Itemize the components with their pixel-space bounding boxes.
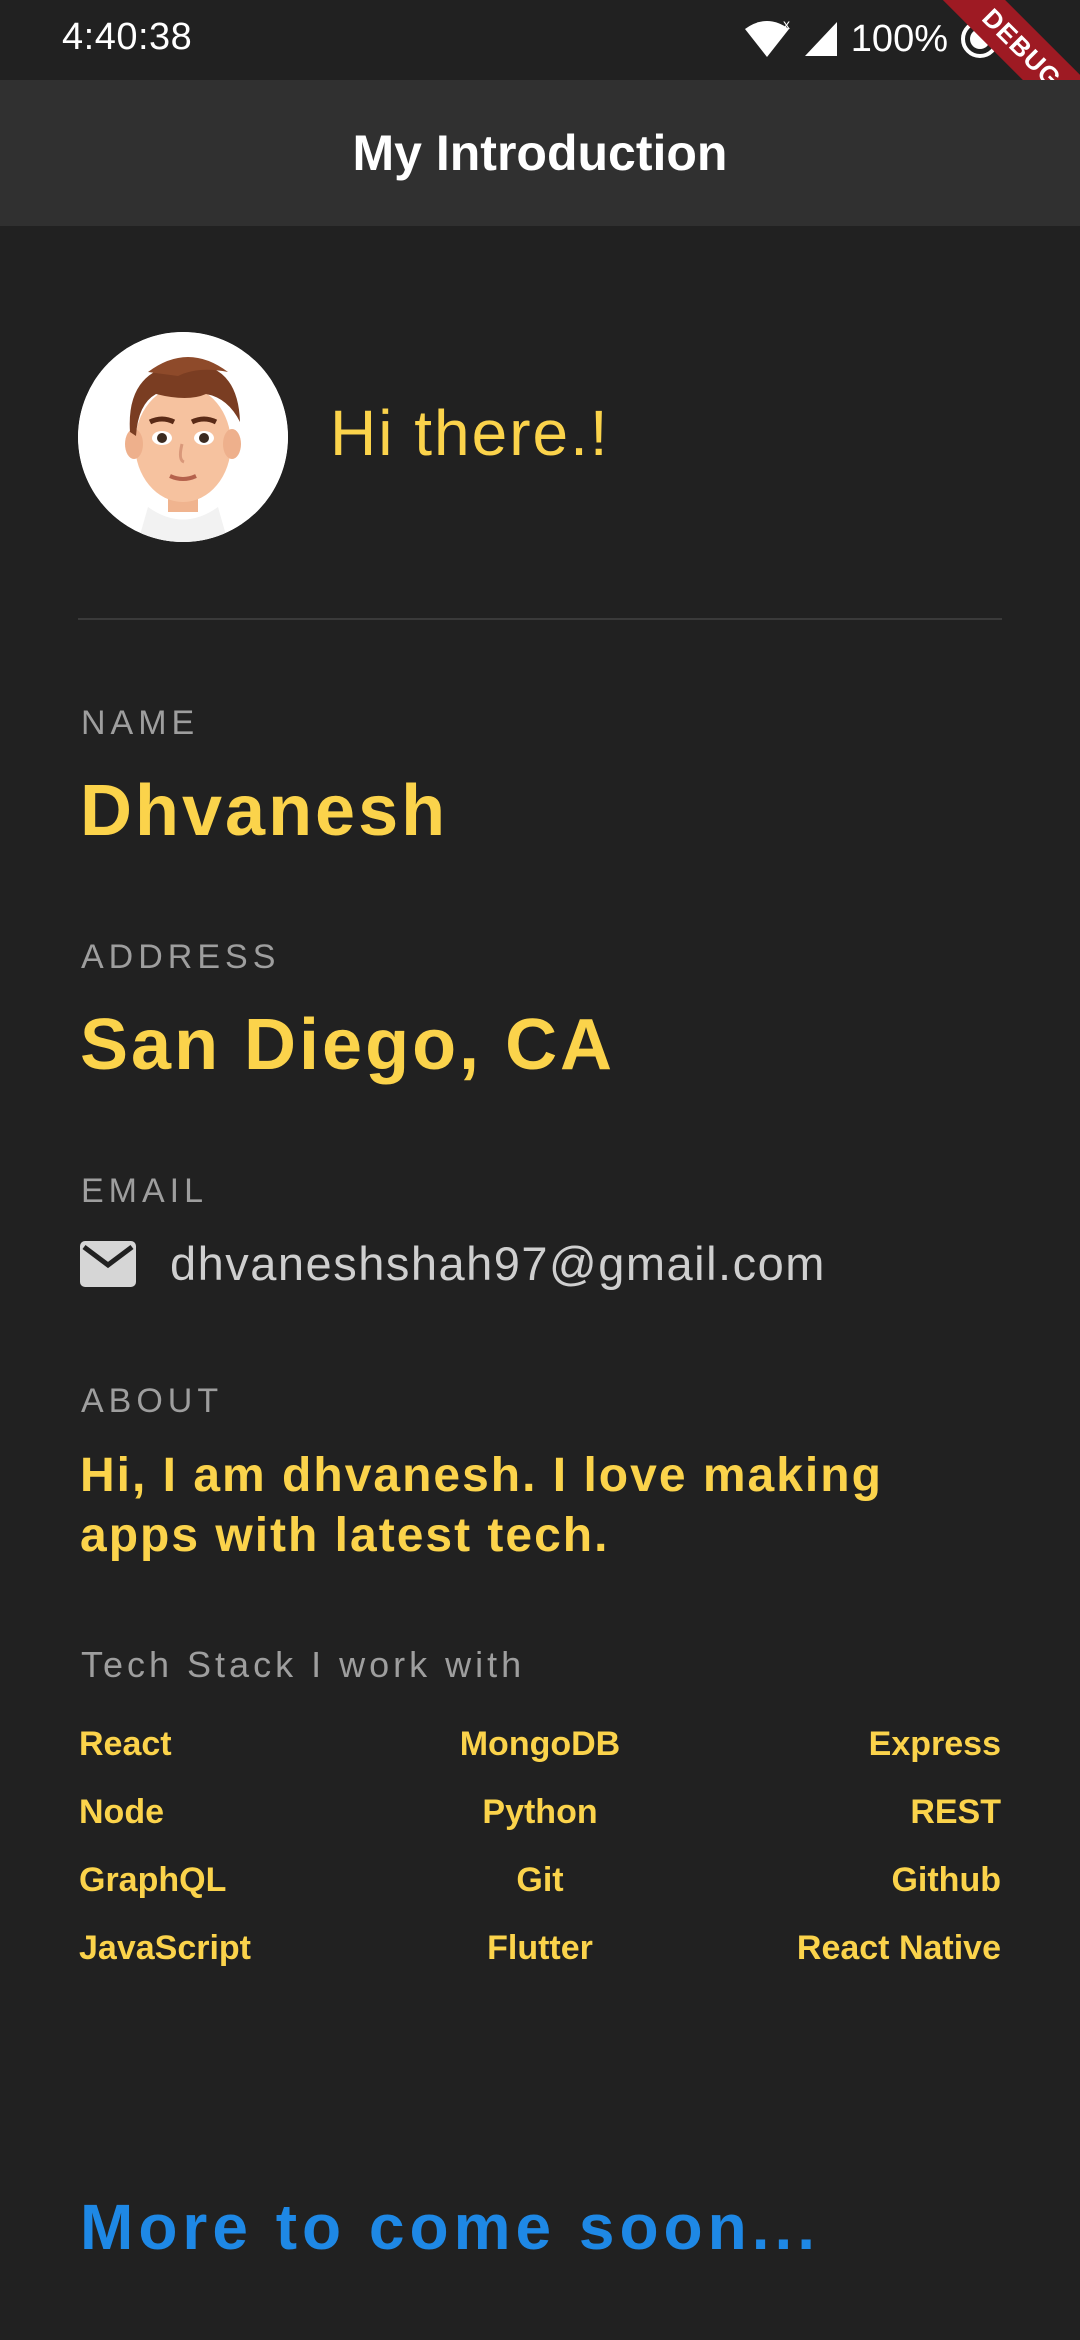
about-label: ABOUT [81, 1382, 224, 1420]
divider [78, 618, 1002, 620]
app-bar: My Introduction [0, 80, 1080, 226]
tech-row: GraphQL Git Github [79, 1846, 1001, 1914]
about-text: Hi, I am dhvanesh. I love making apps wi… [80, 1449, 883, 1562]
email-row[interactable]: dhvaneshshah97@gmail.com [80, 1236, 826, 1291]
tech-item: React [79, 1724, 172, 1763]
address-value: San Diego, CA [80, 1005, 616, 1085]
name-value: Dhvanesh [80, 771, 449, 851]
tech-item: REST [910, 1792, 1001, 1831]
address-label: ADDRESS [81, 938, 281, 976]
name-label: NAME [81, 704, 200, 742]
tech-item: Node [79, 1792, 164, 1831]
tech-item: Express [868, 1724, 1001, 1763]
cartoon-boy-avatar-icon [78, 332, 288, 542]
status-time: 4:40:38 [62, 16, 193, 58]
status-bar: 4:40:38 x 100% [0, 0, 1080, 80]
email-value[interactable]: dhvaneshshah97@gmail.com [170, 1236, 826, 1291]
tech-item: Python [482, 1792, 598, 1831]
email-label: EMAIL [81, 1172, 209, 1210]
signal-icon [804, 22, 837, 56]
avatar [78, 332, 288, 542]
tech-item: Git [516, 1860, 564, 1899]
tech-row: React MongoDB Express [79, 1710, 1001, 1778]
greeting-text: Hi there.! [330, 397, 610, 469]
footer-text: More to come soon... [80, 2191, 821, 2263]
tech-item: GraphQL [79, 1860, 227, 1899]
svg-text:x: x [783, 19, 790, 32]
tech-item: MongoDB [459, 1724, 621, 1763]
tech-item: Github [891, 1860, 1001, 1899]
tech-item: Flutter [487, 1928, 593, 1967]
mail-icon [80, 1240, 136, 1287]
tech-item: JavaScript [79, 1928, 251, 1967]
tech-row: JavaScript Flutter React Native [79, 1914, 1001, 1982]
battery-level: 100% [850, 17, 948, 60]
status-icons: x 100% [743, 14, 1000, 64]
tech-stack-grid: React MongoDB Express Node Python REST G… [79, 1710, 1001, 1982]
tech-row: Node Python REST [79, 1778, 1001, 1846]
wifi-icon: x [744, 19, 790, 57]
tech-stack-title: Tech Stack I work with [81, 1644, 526, 1685]
page-title: My Introduction [352, 125, 728, 181]
tech-item: React Native [796, 1928, 1001, 1967]
